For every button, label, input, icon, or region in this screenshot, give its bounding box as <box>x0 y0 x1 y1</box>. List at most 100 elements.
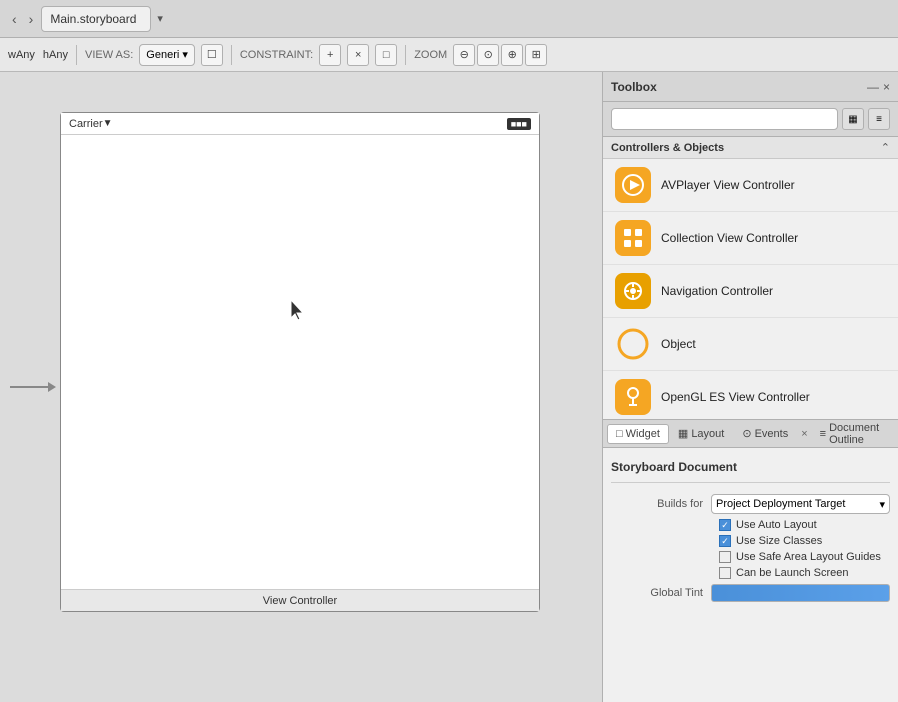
constraint-add-button[interactable]: + <box>319 44 341 66</box>
layout-icon: ▦ <box>678 427 688 440</box>
safe-area-label: Use Safe Area Layout Guides <box>736 551 881 563</box>
builds-for-label: Builds for <box>611 498 711 510</box>
launch-screen-checkbox[interactable] <box>719 567 731 579</box>
constraint-label: CONSTRAINT: <box>240 49 313 61</box>
view-as-select[interactable]: Generi ▾ <box>139 44 195 66</box>
tint-color-swatch[interactable] <box>711 584 890 602</box>
section-title: Storyboard Document <box>611 456 890 483</box>
device-frame: Carrier ▼ ■■■ View Controller <box>60 112 540 612</box>
safe-area-checkbox[interactable] <box>719 551 731 563</box>
status-bar: Carrier ▼ ■■■ <box>61 113 539 135</box>
wifi-icon: ▼ <box>103 118 113 129</box>
carrier-text: Carrier <box>69 118 103 130</box>
tab-widget[interactable]: □ Widget <box>607 424 669 444</box>
tab-prev-button[interactable]: ‹ <box>8 9 21 29</box>
navigation-label: Navigation Controller <box>661 284 773 298</box>
chevron-icon: ▾ <box>879 498 885 511</box>
checkmark-icon: ✓ <box>721 520 729 531</box>
builds-for-value: Project Deployment Target ▾ <box>711 494 890 514</box>
list-item[interactable]: Object <box>603 318 898 371</box>
widget-label: Widget <box>626 428 660 440</box>
auto-layout-checkbox[interactable]: ✓ <box>719 519 731 531</box>
widget-icon: □ <box>616 428 623 440</box>
tab-label: Main.storyboard <box>50 12 136 26</box>
device-content[interactable] <box>61 135 539 589</box>
height-label: hAny <box>43 49 68 61</box>
toolbox-header-buttons: — × <box>867 80 890 94</box>
separator-1 <box>76 45 77 65</box>
list-view-button[interactable]: ≡ <box>868 108 890 130</box>
toolbox-minimize-button[interactable]: — <box>867 80 879 94</box>
events-icon: ⊙ <box>742 427 751 440</box>
tab-main-storyboard[interactable]: Main.storyboard <box>41 6 151 32</box>
navigation-icon <box>615 273 651 309</box>
separator-3 <box>405 45 406 65</box>
doc-outline-label: Document Outline <box>829 422 886 446</box>
zoom-actual-button[interactable]: ⊙ <box>477 44 499 66</box>
tab-document-outline[interactable]: ≡ Document Outline <box>812 419 894 449</box>
properties-content: Storyboard Document Builds for Project D… <box>603 448 898 702</box>
tab-next-button[interactable]: › <box>25 9 38 29</box>
size-classes-checkbox[interactable]: ✓ <box>719 535 731 547</box>
tab-bar: ‹ › Main.storyboard ▾ <box>0 0 898 38</box>
controllers-section: Controllers & Objects ⌃ AVPlayer View Co… <box>603 137 898 419</box>
zoom-in-button[interactable]: ⊕ <box>501 44 523 66</box>
builds-for-select[interactable]: Project Deployment Target ▾ <box>711 494 890 514</box>
search-input[interactable] <box>611 108 838 130</box>
launch-screen-row: Can be Launch Screen <box>611 565 890 581</box>
object-icon-wrapper <box>615 326 651 362</box>
width-label: wAny <box>8 49 35 61</box>
list-item[interactable]: OpenGL ES View Controller <box>603 371 898 419</box>
canvas-area[interactable]: Carrier ▼ ■■■ View Controller <box>0 72 602 702</box>
properties-panel: □ Widget ▦ Layout ⊙ Events × ≡ Document … <box>603 419 898 702</box>
collection-icon <box>615 220 651 256</box>
section-collapse-button[interactable]: ⌃ <box>881 141 890 154</box>
properties-tab-header: □ Widget ▦ Layout ⊙ Events × ≡ Document … <box>603 420 898 448</box>
builds-for-row: Builds for Project Deployment Target ▾ <box>611 491 890 517</box>
constraint-toggle-button[interactable]: □ <box>375 44 397 66</box>
arrow-line <box>10 386 50 388</box>
opengl-icon <box>615 379 651 415</box>
tint-value <box>711 584 890 602</box>
global-tint-row: Global Tint <box>611 581 890 605</box>
toolbox-header: Toolbox — × <box>603 72 898 102</box>
list-item[interactable]: AVPlayer View Controller <box>603 159 898 212</box>
tab-layout[interactable]: ▦ Layout <box>669 423 733 444</box>
tab-events[interactable]: ⊙ Events <box>733 423 797 444</box>
zoom-controls: ⊖ ⊙ ⊕ ⊞ <box>453 44 547 66</box>
auto-layout-row: ✓ Use Auto Layout <box>611 517 890 533</box>
grid-view-button[interactable]: ▦ <box>842 108 864 130</box>
collection-label: Collection View Controller <box>661 231 798 245</box>
section-header: Controllers & Objects ⌃ <box>603 137 898 159</box>
toolbar: wAny hAny VIEW AS: Generi ▾ ☐ CONSTRAINT… <box>0 38 898 72</box>
launch-screen-label: Can be Launch Screen <box>736 567 849 579</box>
device-icon-button[interactable]: ☐ <box>201 44 223 66</box>
zoom-label: ZOOM <box>414 49 447 61</box>
events-label: Events <box>755 428 789 440</box>
toolbox-close-button[interactable]: × <box>883 80 890 94</box>
auto-layout-label: Use Auto Layout <box>736 519 817 531</box>
main-area: Carrier ▼ ■■■ View Controller <box>0 72 898 702</box>
separator-2 <box>231 45 232 65</box>
toolbox-search-bar: ▦ ≡ <box>603 102 898 137</box>
panel-close-button[interactable]: × <box>797 426 811 442</box>
chevron-down-icon: ▾ <box>182 48 188 61</box>
checkmark-icon: ✓ <box>721 536 729 547</box>
avplayer-label: AVPlayer View Controller <box>661 178 795 192</box>
battery-icon: ■■■ <box>507 118 531 130</box>
avplayer-icon <box>615 167 651 203</box>
constraint-remove-button[interactable]: × <box>347 44 369 66</box>
list-item[interactable]: Collection View Controller <box>603 212 898 265</box>
layout-label: Layout <box>691 428 724 440</box>
zoom-out-button[interactable]: ⊖ <box>453 44 475 66</box>
safe-area-row: Use Safe Area Layout Guides <box>611 549 890 565</box>
cursor-icon <box>291 300 307 320</box>
view-as-label: VIEW AS: <box>85 49 133 61</box>
size-classes-row: ✓ Use Size Classes <box>611 533 890 549</box>
list-item[interactable]: Navigation Controller <box>603 265 898 318</box>
tab-dropdown-button[interactable]: ▾ <box>157 12 163 25</box>
right-panel: Toolbox — × ▦ ≡ Controllers & Objects ⌃ <box>602 72 898 702</box>
size-classes-label: Use Size Classes <box>736 535 822 547</box>
zoom-fit-button[interactable]: ⊞ <box>525 44 547 66</box>
builds-for-select-value: Project Deployment Target <box>716 498 845 510</box>
